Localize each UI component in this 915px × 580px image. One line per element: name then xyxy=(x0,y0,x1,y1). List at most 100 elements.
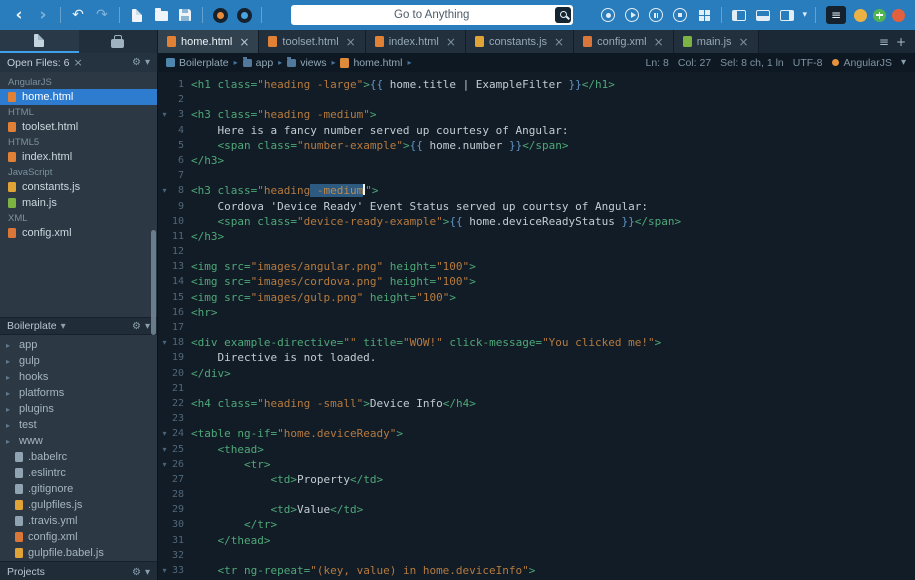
close-icon[interactable]: × xyxy=(73,56,82,69)
fold-arrow-icon[interactable]: ▾ xyxy=(158,442,171,457)
tree-item-.travis.yml[interactable]: .travis.yml xyxy=(0,513,157,529)
tab-config.xml[interactable]: config.xml× xyxy=(574,30,674,53)
back-button[interactable]: ‹ xyxy=(8,3,30,27)
tab-open-files[interactable] xyxy=(0,30,79,53)
chevron-right-icon[interactable]: ▸ xyxy=(6,389,14,398)
code-line[interactable]: 28 xyxy=(158,487,915,502)
tab-toolset.html[interactable]: toolset.html× xyxy=(259,30,365,53)
caret-down-icon[interactable]: ▾ xyxy=(145,321,150,332)
forward-button[interactable]: › xyxy=(32,3,54,27)
encoding-selector[interactable]: UTF-8 xyxy=(793,57,823,69)
code-line[interactable]: 5 <span class="number-example">{{ home.n… xyxy=(158,138,915,153)
breadcrumb-item[interactable]: home.html xyxy=(340,57,402,69)
code-line[interactable]: ▾8<h3 class="heading -medium"> xyxy=(158,183,915,198)
tab-home.html[interactable]: home.html× xyxy=(158,30,259,53)
code-line[interactable]: 6</h3> xyxy=(158,153,915,168)
code-line[interactable]: ▾33 <tr ng-repeat="(key, value) in home.… xyxy=(158,563,915,578)
breadcrumb-item[interactable]: app xyxy=(243,57,274,69)
language-selector[interactable]: AngularJS xyxy=(844,57,892,69)
tab-list-icon[interactable]: ≡ xyxy=(879,35,889,49)
open-file-item[interactable]: constants.js xyxy=(0,179,157,195)
panes-caret-icon[interactable]: ▾ xyxy=(802,10,807,20)
macro-record-button[interactable] xyxy=(597,3,619,27)
code-line[interactable]: 21 xyxy=(158,381,915,396)
tree-item-gulpfile.babel.js[interactable]: gulpfile.babel.js xyxy=(0,545,157,561)
go-to-anything-box[interactable] xyxy=(291,5,573,25)
code-line[interactable]: 16<hr> xyxy=(158,305,915,320)
code-line[interactable]: ▾25 <thead> xyxy=(158,442,915,457)
tree-item-.babelrc[interactable]: .babelrc xyxy=(0,449,157,465)
code-line[interactable]: ▾3<h3 class="heading -medium"> xyxy=(158,107,915,122)
code-line[interactable]: 14<img src="images/cordova.png" height="… xyxy=(158,274,915,289)
fold-arrow-icon[interactable]: ▾ xyxy=(158,107,171,122)
search-input[interactable] xyxy=(291,5,573,25)
breadcrumb-item[interactable]: views xyxy=(287,57,326,69)
tab-index.html[interactable]: index.html× xyxy=(366,30,466,53)
code-line[interactable]: ▾24<table ng-if="home.deviceReady"> xyxy=(158,426,915,441)
toggle-left-pane-button[interactable] xyxy=(728,3,750,27)
tree-item-test[interactable]: ▸test xyxy=(0,417,157,433)
tree-item-hooks[interactable]: ▸hooks xyxy=(0,369,157,385)
new-tab-icon[interactable]: + xyxy=(896,35,906,49)
breadcrumb-item[interactable]: Boilerplate xyxy=(166,57,229,69)
code-line[interactable]: 13<img src="images/angular.png" height="… xyxy=(158,259,915,274)
open-file-item[interactable]: home.html xyxy=(0,89,157,105)
code-line[interactable]: 1<h1 class="heading -large">{{ home.titl… xyxy=(158,77,915,92)
close-tab-icon[interactable]: × xyxy=(446,35,456,49)
tree-item-.eslintrc[interactable]: .eslintrc xyxy=(0,465,157,481)
add-circle-button[interactable] xyxy=(873,9,886,22)
chevron-right-icon[interactable]: ▸ xyxy=(6,421,14,430)
main-menu-button[interactable]: ≡ xyxy=(826,6,846,24)
code-line[interactable]: 20</div> xyxy=(158,366,915,381)
alert-circle-button[interactable] xyxy=(892,9,905,22)
code-line[interactable]: 9 Cordova 'Device Ready' Event Status se… xyxy=(158,199,915,214)
editor[interactable]: 1<h1 class="heading -large">{{ home.titl… xyxy=(158,72,915,580)
code-line[interactable]: 19 Directive is not loaded. xyxy=(158,350,915,365)
close-tab-icon[interactable]: × xyxy=(346,35,356,49)
redo-button[interactable]: ↷ xyxy=(91,3,113,27)
macro-pause-button[interactable] xyxy=(645,3,667,27)
chevron-right-icon[interactable]: ▸ xyxy=(6,373,14,382)
caret-down-icon[interactable]: ▾ xyxy=(145,57,150,68)
gear-icon[interactable]: ⚙ xyxy=(132,57,141,68)
close-tab-icon[interactable]: × xyxy=(739,35,749,49)
open-file-item[interactable]: main.js xyxy=(0,195,157,211)
search-shortcut-badge[interactable] xyxy=(555,7,571,23)
code-line[interactable]: 12 xyxy=(158,244,915,259)
fold-arrow-icon[interactable]: ▾ xyxy=(158,426,171,441)
caret-down-icon[interactable]: ▾ xyxy=(145,567,150,578)
run-button[interactable] xyxy=(233,3,255,27)
chevron-right-icon[interactable]: ▸ xyxy=(6,341,14,350)
tab-toolbox[interactable] xyxy=(79,30,158,53)
warning-circle-button[interactable] xyxy=(854,9,867,22)
fold-arrow-icon[interactable]: ▾ xyxy=(158,183,171,198)
gear-icon[interactable]: ⚙ xyxy=(132,567,141,578)
toggle-right-pane-button[interactable] xyxy=(776,3,798,27)
chevron-right-icon[interactable]: ▸ xyxy=(6,437,14,446)
code-line[interactable]: 15<img src="images/gulp.png" height="100… xyxy=(158,290,915,305)
sidebar-scrollbar[interactable] xyxy=(151,230,156,335)
code-line[interactable]: 31 </thead> xyxy=(158,533,915,548)
fold-arrow-icon[interactable]: ▾ xyxy=(158,563,171,578)
tree-item-config.xml[interactable]: config.xml xyxy=(0,529,157,545)
code-line[interactable]: ▾18<div example-directive="" title="WOW!… xyxy=(158,335,915,350)
tree-item-gulp[interactable]: ▸gulp xyxy=(0,353,157,369)
code-line[interactable]: 22<h4 class="heading -small">Device Info… xyxy=(158,396,915,411)
fold-arrow-icon[interactable]: ▾ xyxy=(158,457,171,472)
preview-button[interactable] xyxy=(209,3,231,27)
code-line[interactable]: 17 xyxy=(158,320,915,335)
save-button[interactable] xyxy=(174,3,196,27)
apps-grid-button[interactable] xyxy=(693,3,715,27)
code-line[interactable]: 23 xyxy=(158,411,915,426)
tab-constants.js[interactable]: constants.js× xyxy=(466,30,574,53)
new-file-button[interactable] xyxy=(126,3,148,27)
code-line[interactable]: ▾26 <tr> xyxy=(158,457,915,472)
macro-play-button[interactable] xyxy=(621,3,643,27)
toggle-bottom-pane-button[interactable] xyxy=(752,3,774,27)
close-tab-icon[interactable]: × xyxy=(654,35,664,49)
chevron-right-icon[interactable]: ▸ xyxy=(6,357,14,366)
code-line[interactable]: 30 </tr> xyxy=(158,517,915,532)
code-line[interactable]: 7 xyxy=(158,168,915,183)
code-line[interactable]: 32 xyxy=(158,548,915,563)
code-line[interactable]: 10 <span class="device-ready-example">{{… xyxy=(158,214,915,229)
